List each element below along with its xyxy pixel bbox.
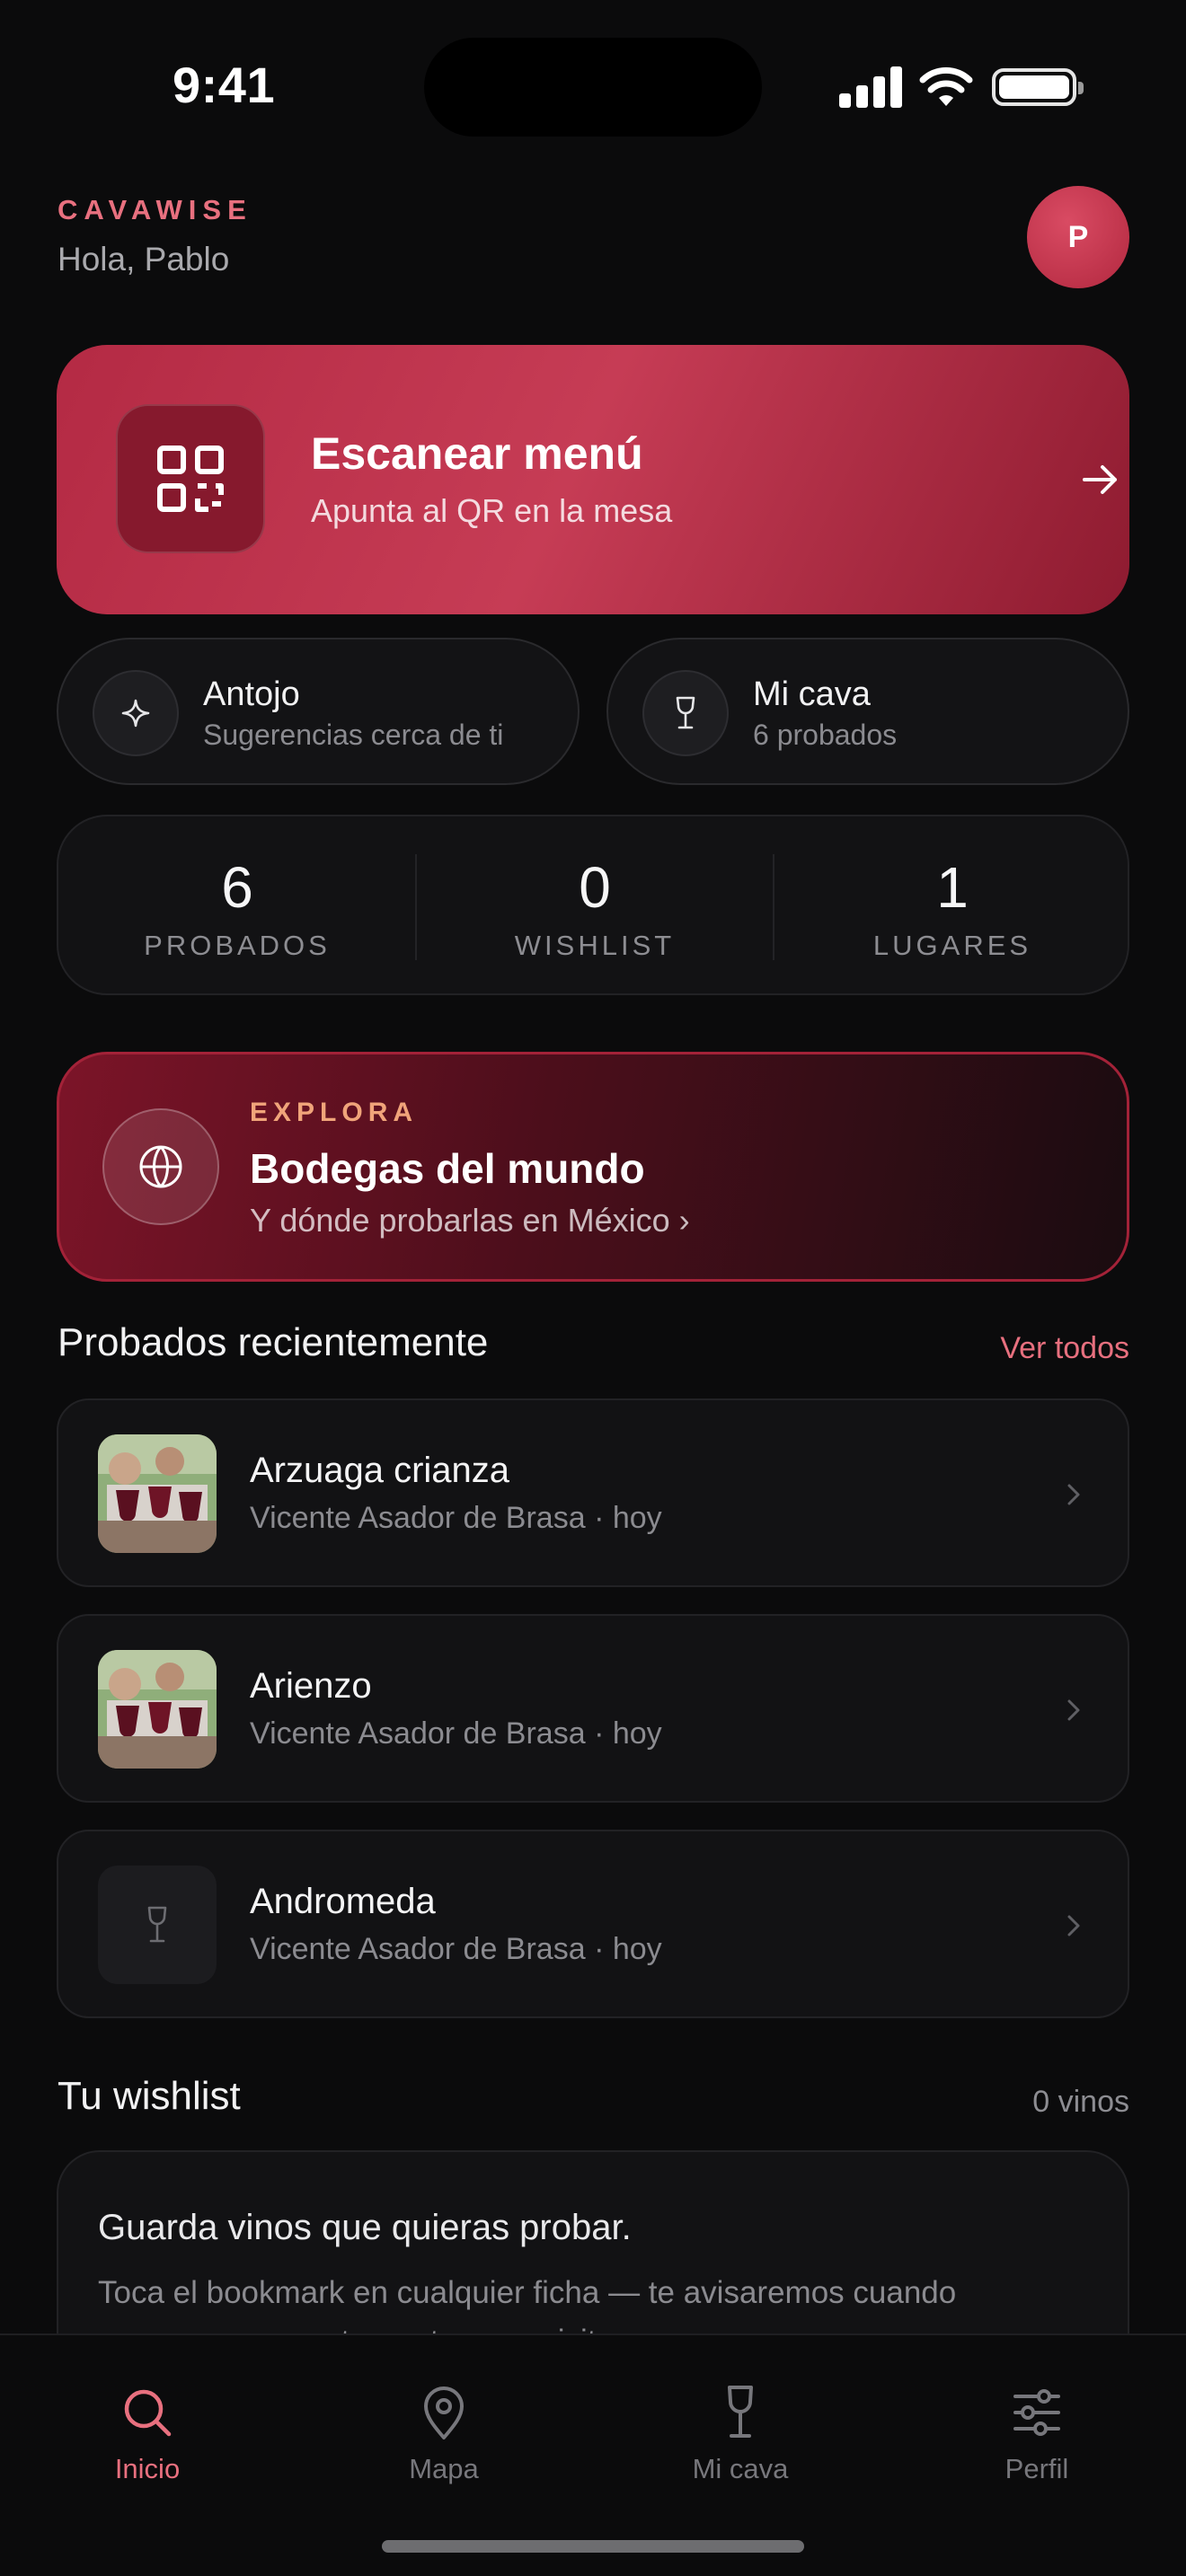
stat-label: LUGARES (872, 930, 1032, 961)
explore-subtitle: Y dónde probarlas en México › (250, 1202, 690, 1239)
wishlist-count: 0 vinos (1032, 2085, 1129, 2119)
explore-kicker: EXPLORA (250, 1098, 419, 1127)
stat-lugares[interactable]: 1 LUGARES (774, 816, 1131, 997)
chevron-right-icon (1067, 1699, 1080, 1721)
wine-photo (98, 1434, 217, 1553)
wishlist-empty-title: Guarda vinos que quieras probar. (98, 2208, 632, 2247)
stat-label: PROBADOS (144, 930, 331, 961)
wine-name: Arzuaga crianza (250, 1451, 510, 1490)
sliders-icon (1013, 2389, 1060, 2436)
avatar[interactable]: P (1027, 186, 1129, 288)
antojo-title: Antojo (203, 675, 300, 713)
status-bar: 9:41 (0, 0, 1186, 171)
tab-perfil[interactable]: Perfil (947, 2384, 1127, 2485)
list-item[interactable]: Arienzo Vicente Asador de Brasa · hoy (57, 1614, 1129, 1803)
status-time: 9:41 (173, 57, 276, 113)
stat-value: 6 (221, 855, 253, 920)
chevron-right-icon (1067, 1484, 1080, 1505)
tab-inicio[interactable]: Inicio (58, 2384, 237, 2485)
dynamic-island (424, 38, 762, 137)
tab-label: Inicio (114, 2453, 181, 2484)
mi-cava-subtitle: 6 probados (753, 719, 898, 751)
scan-menu-subtitle: Apunta al QR en la mesa (311, 492, 673, 529)
wine-meta: Vicente Asador de Brasa · hoy (250, 1932, 662, 1966)
battery-icon (992, 68, 1084, 106)
wine-meta: Vicente Asador de Brasa · hoy (250, 1716, 662, 1751)
greeting: Hola, Pablo (58, 241, 230, 278)
chevron-right-icon (1067, 1915, 1080, 1936)
brand-name: CAVAWISE (58, 194, 252, 225)
arrow-right-icon (1083, 465, 1117, 494)
home-indicator (382, 2540, 804, 2553)
wine-glass-icon (728, 2386, 753, 2438)
tab-mi-cava[interactable]: Mi cava (651, 2384, 830, 2485)
scan-menu-title: Escanear menú (311, 428, 643, 479)
tab-mapa[interactable]: Mapa (354, 2384, 534, 2485)
map-pin-icon (424, 2386, 464, 2439)
qr-code-icon (116, 404, 265, 553)
list-item[interactable]: Arzuaga crianza Vicente Asador de Brasa … (57, 1398, 1129, 1587)
see-all-link[interactable]: Ver todos (1000, 1331, 1129, 1366)
wine-name: Andromeda (250, 1882, 436, 1921)
sparkle-icon (93, 670, 179, 756)
wine-glass-icon (98, 1866, 217, 1984)
recent-section-title: Probados recientemente (58, 1320, 489, 1364)
tab-label: Mapa (409, 2453, 479, 2484)
globe-icon (102, 1108, 219, 1225)
stat-value: 0 (579, 855, 611, 920)
wine-glass-icon (642, 670, 729, 756)
mi-cava-button[interactable]: Mi cava 6 probados (606, 638, 1129, 785)
stat-probados[interactable]: 6 PROBADOS (58, 816, 416, 997)
wifi-icon (919, 66, 973, 106)
wishlist-section-title: Tu wishlist (58, 2074, 241, 2118)
stats-card: 6 PROBADOS 0 WISHLIST 1 LUGARES (57, 815, 1129, 995)
explore-wineries-card[interactable]: EXPLORA Bodegas del mundo Y dónde probar… (57, 1052, 1129, 1282)
explore-title: Bodegas del mundo (250, 1145, 645, 1192)
wine-name: Arienzo (250, 1666, 372, 1706)
scan-menu-card[interactable]: Escanear menú Apunta al QR en la mesa (57, 345, 1129, 614)
list-item[interactable]: Andromeda Vicente Asador de Brasa · hoy (57, 1830, 1129, 2018)
stat-label: WISHLIST (514, 930, 676, 961)
search-icon (124, 2389, 172, 2437)
wine-meta: Vicente Asador de Brasa · hoy (250, 1501, 662, 1535)
mi-cava-title: Mi cava (753, 675, 871, 713)
tab-label: Perfil (1005, 2453, 1069, 2484)
wine-photo (98, 1650, 217, 1769)
tab-label: Mi cava (692, 2453, 789, 2484)
signal-icon (839, 66, 902, 108)
stat-wishlist[interactable]: 0 WISHLIST (416, 816, 774, 997)
antojo-subtitle: Sugerencias cerca de ti (203, 719, 504, 751)
antojo-button[interactable]: Antojo Sugerencias cerca de ti (57, 638, 580, 785)
stat-value: 1 (936, 855, 969, 920)
